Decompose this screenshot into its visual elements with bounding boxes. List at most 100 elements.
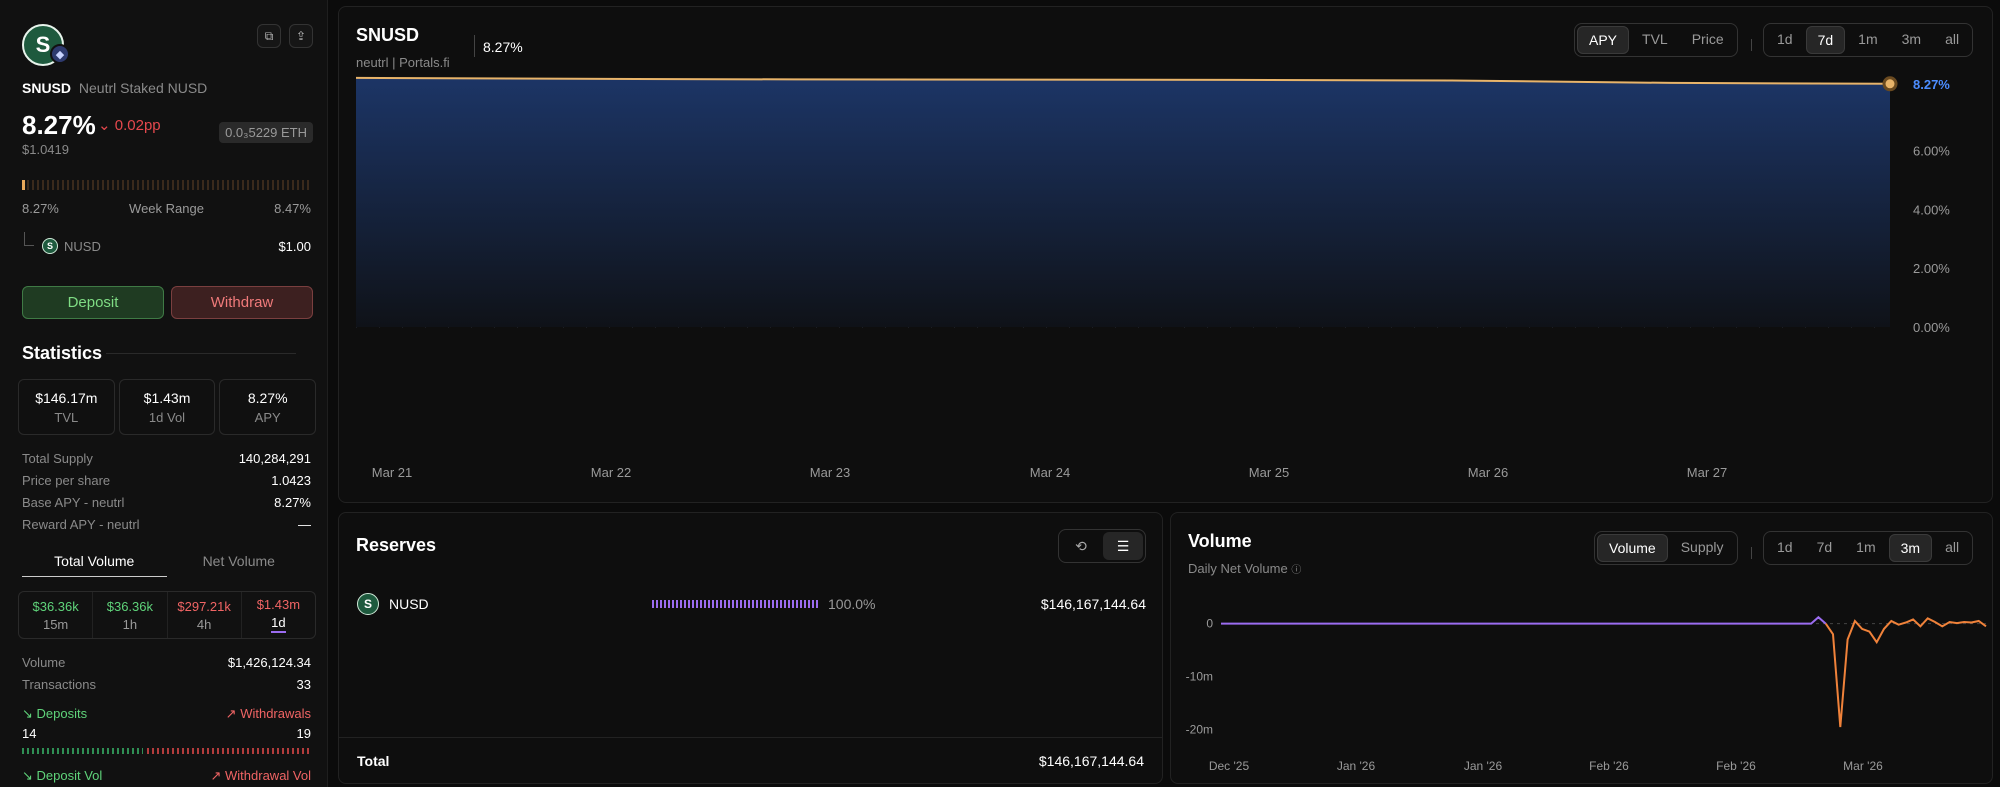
x-tick-label: Mar '26 (1843, 759, 1883, 773)
stat-key: Transactions (22, 676, 96, 692)
period-label: 1h (122, 616, 138, 632)
deposits-bar (22, 748, 143, 754)
ethereum-icon: ◆ (50, 44, 70, 64)
stat-val: — (298, 516, 311, 532)
withdrawals-label: ↗ Withdrawals (226, 706, 311, 722)
deposit-withdrawal-vol-labels: ↘ Deposit Vol ↗ Withdrawal Vol (22, 768, 311, 784)
tab-total-volume[interactable]: Total Volume (22, 549, 167, 577)
underlying-row[interactable]: S NUSD $1.00 (22, 238, 311, 254)
statistics-title: Statistics (22, 343, 103, 363)
reserve-row[interactable]: S NUSD 100.0% $146,167,144.64 (357, 593, 1146, 615)
copy-icon[interactable]: ⧉ (257, 24, 281, 48)
stat-row: Transactions 33 (22, 673, 311, 695)
period-value: $297.21k (177, 598, 231, 614)
underlying-price: $1.00 (278, 238, 311, 254)
stat-label: TVL (54, 409, 79, 425)
x-tick-label: Jan '26 (1464, 759, 1503, 773)
sidebar: S ◆ ⧉ ⇪ SNUSD Neutrl Staked NUSD 8.27% ⌄… (0, 0, 328, 787)
deposits-withdrawals-bar (22, 748, 311, 754)
reserves-total: Total $146,167,144.64 (339, 737, 1162, 783)
y-tick-label: 6.00% (1913, 144, 1950, 159)
stat-val: 1.0423 (271, 472, 311, 488)
stat-val: $1,426,124.34 (227, 654, 311, 670)
deposit-vol-text: Deposit Vol (36, 768, 103, 783)
y-axis: 0.00% 2.00% 4.00% 6.00% 8.27% (1913, 77, 1950, 335)
apy-value: 8.27% (22, 110, 96, 140)
stat-key: Price per share (22, 472, 111, 488)
reserves-panel: Reserves ⟲ ☰ S NUSD 100.0% $146,167,144.6… (338, 512, 1163, 784)
stat-label: APY (254, 409, 281, 425)
withdrawals-count: 19 (296, 726, 311, 741)
volume-stats: Volume $1,426,124.34 Transactions 33 (22, 651, 311, 695)
period-label: 15m (42, 616, 69, 632)
stat-row: Volume $1,426,124.34 (22, 651, 311, 673)
x-tick-label: Dec '25 (1209, 759, 1250, 773)
app-root: S ◆ ⧉ ⇪ SNUSD Neutrl Staked NUSD 8.27% ⌄… (0, 0, 2000, 787)
week-high: 8.47% (274, 201, 311, 216)
period-cards: $36.36k 15m $36.36k 1h $297.21k 4h $1.43m 1d (18, 591, 316, 639)
list-icon[interactable]: ☰ (1103, 532, 1143, 560)
apy-area (356, 77, 1890, 328)
stat-label: 1d Vol (148, 409, 186, 425)
stat-card-apy: 8.27% APY (219, 379, 317, 435)
underlying-symbol: NUSD (64, 238, 101, 254)
deposits-withdrawals-counts: 14 19 (22, 726, 311, 741)
stat-key: Reward APY - neutrl (22, 516, 140, 532)
trend-down-icon: ↘ (22, 706, 33, 721)
chevron-down-icon: ⌄ (98, 117, 111, 134)
week-range-label: Week Range (129, 201, 204, 216)
x-tick-label: Feb '26 (1589, 759, 1629, 773)
total-value: $146,167,144.64 (1038, 752, 1144, 769)
deposits-withdrawals-labels: ↘ Deposits ↗ Withdrawals (22, 706, 311, 722)
x-tick-label: Feb '26 (1716, 759, 1756, 773)
stat-key: Total Supply (22, 450, 93, 466)
stat-value: 8.27% (247, 389, 288, 406)
token-full-name: Neutrl Staked NUSD (78, 80, 208, 96)
eth-price: 0.0₃5229 ETH (219, 122, 313, 143)
stat-value: $146.17m (35, 389, 98, 406)
usd-price: $1.0419 (22, 142, 69, 157)
volume-line-positive (1221, 615, 1827, 625)
apy-change: ⌄ 0.02pp (98, 116, 161, 134)
period-4h[interactable]: $297.21k 4h (168, 592, 242, 638)
x-axis: Dec '25 Jan '26 Jan '26 Feb '26 Feb '26 Mar '… (1209, 759, 1883, 773)
volume-chart: 0 -10m -20m Dec '25 Jan '26 Jan '26 Feb '26 Fe… (1186, 615, 1987, 773)
deposits-text: Deposits (36, 706, 88, 721)
reserves-view-toggle: ⟲ ☰ (1058, 529, 1146, 563)
history-icon[interactable]: ⟲ (1061, 532, 1101, 560)
period-1d[interactable]: $1.43m 1d (242, 592, 315, 638)
stat-row: Total Supply 140,284,291 (22, 447, 311, 469)
apy-end-point[interactable] (1882, 76, 1898, 92)
x-tick-label: Mar 27 (1687, 465, 1727, 480)
divider (106, 353, 296, 354)
deposits-label: ↘ Deposits (22, 706, 87, 722)
stats-list: Total Supply 140,284,291 Price per share 1… (22, 447, 311, 535)
week-range-marker (22, 180, 25, 190)
withdrawals-text: Withdrawals (240, 706, 311, 721)
end-value-label: 8.27% (1913, 77, 1950, 92)
share-icon[interactable]: ⇪ (289, 24, 313, 48)
main-chart-panel: SNUSD neutrl | Portals.fi 8.27% APY TVL … (338, 6, 1993, 503)
token-symbol: SNUSD (22, 80, 72, 96)
y-tick-label: 2.00% (1913, 261, 1950, 276)
apy-change-value: 0.02pp (114, 117, 161, 134)
x-tick-label: Jan '26 (1337, 759, 1376, 773)
deposit-button[interactable]: Deposit (22, 286, 164, 319)
x-tick-label: Mar 23 (810, 465, 850, 480)
stat-key: Volume (22, 654, 66, 670)
reserves-title: Reserves (356, 535, 437, 555)
tab-net-volume[interactable]: Net Volume (167, 549, 312, 577)
period-15m[interactable]: $36.36k 15m (19, 592, 94, 638)
week-range-bar (22, 180, 311, 190)
withdrawal-vol-text: Withdrawal Vol (225, 768, 311, 783)
sidebar-actions: ⧉ ⇪ (257, 24, 313, 48)
stat-val: 33 (296, 676, 311, 692)
period-1h[interactable]: $36.36k 1h (93, 592, 168, 638)
x-tick-label: Mar 24 (1030, 465, 1070, 480)
stat-cards: $146.17m TVL $1.43m 1d Vol 8.27% APY (18, 379, 317, 435)
period-label: 1d (271, 615, 286, 633)
period-value: $36.36k (106, 598, 153, 614)
volume-line-negative (1824, 617, 1987, 728)
withdrawal-vol-label: ↗ Withdrawal Vol (210, 768, 311, 784)
withdraw-button[interactable]: Withdraw (171, 286, 313, 319)
